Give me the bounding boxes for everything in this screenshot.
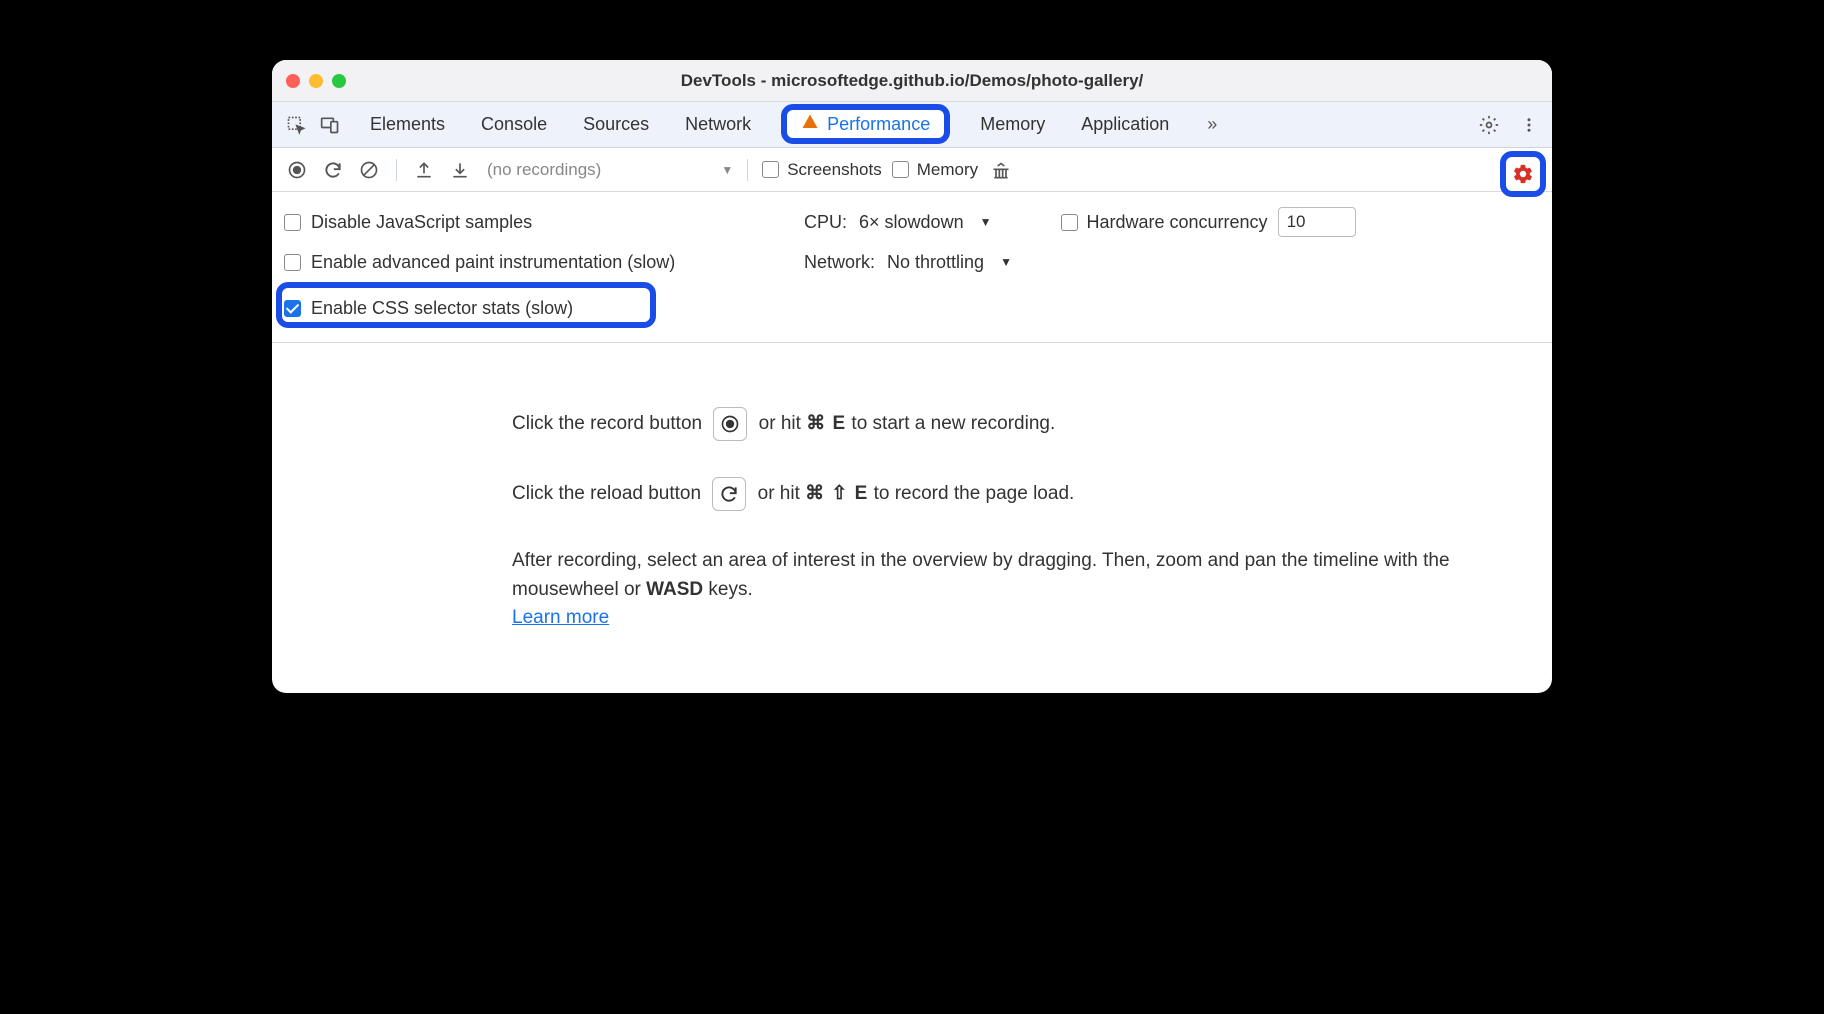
kebab-icon[interactable] xyxy=(1516,112,1542,138)
help-line-2: Click the reload button or hit ⌘ ⇧ E to … xyxy=(512,477,1512,511)
shortcut-reload: ⌘ ⇧ E xyxy=(805,483,868,504)
disable-js-label: Disable JavaScript samples xyxy=(311,212,532,233)
reload-button-demo xyxy=(712,477,746,511)
chevron-down-icon: ▼ xyxy=(1000,255,1012,269)
recordings-dropdown[interactable]: (no recordings) ▼ xyxy=(487,160,733,180)
download-button[interactable] xyxy=(447,157,473,183)
minimize-icon[interactable] xyxy=(309,74,323,88)
warning-icon xyxy=(801,113,819,136)
hardware-concurrency-input[interactable]: 10 xyxy=(1278,207,1356,237)
checkbox-icon xyxy=(284,214,301,231)
cpu-value: 6× slowdown xyxy=(859,212,964,233)
screenshots-toggle[interactable]: Screenshots xyxy=(762,160,882,180)
checkbox-icon xyxy=(284,254,301,271)
tabbar-right xyxy=(1476,112,1542,138)
checkbox-icon xyxy=(1061,214,1078,231)
gear-icon[interactable] xyxy=(1476,112,1502,138)
network-value: No throttling xyxy=(887,252,984,273)
tabbar: Elements Console Sources Network Perform… xyxy=(272,102,1552,148)
enable-paint-label: Enable advanced paint instrumentation (s… xyxy=(311,252,675,273)
reload-button[interactable] xyxy=(320,157,346,183)
disable-js-toggle[interactable]: Disable JavaScript samples xyxy=(284,212,764,233)
tab-sources[interactable]: Sources xyxy=(577,102,655,147)
network-label: Network: xyxy=(804,252,875,273)
empty-state: Click the record button or hit ⌘ E to st… xyxy=(272,343,1552,693)
learn-more-link[interactable]: Learn more xyxy=(512,607,609,628)
hw-label: Hardware concurrency xyxy=(1086,212,1267,233)
divider xyxy=(747,159,748,181)
traffic-lights xyxy=(286,74,346,88)
chevron-down-icon: ▼ xyxy=(721,163,733,177)
shortcut-record: ⌘ E xyxy=(806,413,846,434)
screenshots-label: Screenshots xyxy=(787,160,882,180)
tab-performance-label: Performance xyxy=(827,114,930,135)
record-button-demo xyxy=(713,407,747,441)
titlebar: DevTools - microsoftedge.github.io/Demos… xyxy=(272,60,1552,102)
record-button[interactable] xyxy=(284,157,310,183)
divider xyxy=(396,159,397,181)
capture-settings-button[interactable] xyxy=(1500,151,1546,197)
enable-paint-toggle[interactable]: Enable advanced paint instrumentation (s… xyxy=(284,252,764,273)
memory-toggle[interactable]: Memory xyxy=(892,160,978,180)
tabs: Elements Console Sources Network Perform… xyxy=(364,102,1217,147)
tab-network[interactable]: Network xyxy=(679,102,757,147)
hardware-concurrency-toggle[interactable]: Hardware concurrency xyxy=(1061,212,1267,233)
capture-settings-panel: Disable JavaScript samples CPU: 6× slowd… xyxy=(272,192,1552,343)
memory-label: Memory xyxy=(917,160,978,180)
inspect-icon[interactable] xyxy=(282,111,310,139)
chevron-down-icon: ▼ xyxy=(980,215,992,229)
tab-memory[interactable]: Memory xyxy=(974,102,1051,147)
upload-button[interactable] xyxy=(411,157,437,183)
enable-css-stats-toggle[interactable]: Enable CSS selector stats (slow) xyxy=(284,298,764,319)
zoom-icon[interactable] xyxy=(332,74,346,88)
checkbox-icon xyxy=(762,161,779,178)
checkbox-icon xyxy=(892,161,909,178)
checkbox-checked-icon xyxy=(284,300,301,317)
tab-performance[interactable]: Performance xyxy=(781,104,950,144)
tab-elements[interactable]: Elements xyxy=(364,102,451,147)
network-throttle-select[interactable]: No throttling ▼ xyxy=(887,252,1012,273)
window-title: DevTools - microsoftedge.github.io/Demos… xyxy=(272,71,1552,91)
device-icon[interactable] xyxy=(316,111,344,139)
enable-css-label: Enable CSS selector stats (slow) xyxy=(311,298,573,319)
tab-console[interactable]: Console xyxy=(475,102,553,147)
more-tabs-icon[interactable]: » xyxy=(1207,114,1217,135)
cpu-label: CPU: xyxy=(804,212,847,233)
help-line-3: After recording, select an area of inter… xyxy=(512,547,1512,604)
recordings-placeholder: (no recordings) xyxy=(487,160,601,180)
close-icon[interactable] xyxy=(286,74,300,88)
performance-toolbar: (no recordings) ▼ Screenshots Memory xyxy=(272,148,1552,192)
devtools-window: DevTools - microsoftedge.github.io/Demos… xyxy=(272,60,1552,693)
tab-application[interactable]: Application xyxy=(1075,102,1175,147)
cpu-throttle-select[interactable]: 6× slowdown ▼ xyxy=(859,212,991,233)
collect-garbage-button[interactable] xyxy=(988,157,1014,183)
clear-button[interactable] xyxy=(356,157,382,183)
help-line-1: Click the record button or hit ⌘ E to st… xyxy=(512,407,1512,441)
